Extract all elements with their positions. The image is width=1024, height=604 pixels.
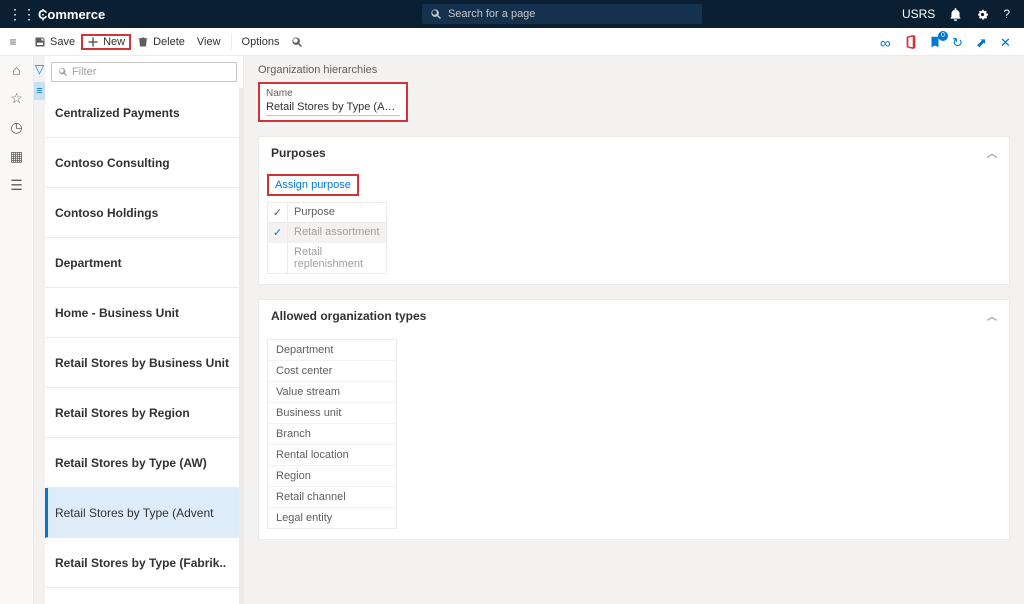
gear-icon[interactable]	[976, 8, 989, 21]
filter-placeholder: Filter	[72, 66, 96, 78]
refresh-icon[interactable]: ↻	[952, 35, 966, 49]
help-icon[interactable]: ?	[1003, 7, 1010, 21]
topbar: ⋮⋮⋮ Commerce Search for a page USRS ?	[0, 0, 1024, 28]
list-item[interactable]: Value stream	[268, 382, 396, 403]
view-label: View	[197, 36, 221, 48]
cmd-search-button[interactable]	[285, 34, 309, 50]
user-label[interactable]: USRS	[902, 7, 935, 21]
options-button[interactable]: Options	[236, 34, 286, 50]
new-label: New	[103, 36, 125, 48]
search-icon	[291, 36, 303, 48]
waffle-icon[interactable]: ⋮⋮⋮	[8, 6, 28, 23]
list-item[interactable]: Retail Stores by Business Unit	[45, 338, 239, 388]
global-search[interactable]: Search for a page	[422, 4, 702, 24]
purposes-table: ✓ Purpose ✓ Retail assortment Retail rep…	[267, 202, 387, 274]
list-item[interactable]: Legal entity	[268, 508, 396, 528]
list-item[interactable]: Business unit	[268, 403, 396, 424]
plus-icon	[87, 36, 99, 48]
list-item[interactable]: Branch	[268, 424, 396, 445]
orgtypes-list: Department Cost center Value stream Busi…	[267, 339, 397, 529]
filter-input[interactable]: Filter	[51, 62, 237, 82]
breadcrumb: Organization hierarchies	[258, 64, 1010, 76]
bell-icon[interactable]	[949, 8, 962, 21]
office-icon[interactable]	[904, 35, 918, 49]
list-item[interactable]: Cost center	[268, 361, 396, 382]
list-item[interactable]: Home - Business Unit	[45, 288, 239, 338]
hamburger-icon[interactable]: ≡	[4, 35, 22, 49]
clock-icon[interactable]: ◷	[10, 119, 22, 136]
list-item[interactable]: Department	[45, 238, 239, 288]
funnel-icon[interactable]: ▽	[35, 62, 44, 76]
list-panel: ▽ ≡ Filter Centralized Payments Contoso …	[34, 56, 244, 604]
module-icon[interactable]: ▦	[10, 148, 23, 165]
command-bar: ≡ Save New Delete View Options ∞ 0 ↻ ⬈ ✕	[0, 28, 1024, 56]
new-button[interactable]: New	[81, 34, 131, 50]
star-icon[interactable]: ☆	[10, 90, 23, 107]
save-label: Save	[50, 36, 75, 48]
chevron-up-icon: ︿	[987, 145, 997, 160]
row-check-icon: ✓	[268, 223, 288, 242]
list-item[interactable]: Retail Stores by Type (AW)	[45, 438, 239, 488]
save-button[interactable]: Save	[28, 34, 81, 50]
orgtypes-header[interactable]: Allowed organization types ︿	[259, 300, 1009, 331]
list-item[interactable]: Centralized Payments	[45, 88, 239, 138]
name-value: Retail Stores by Type (Adventur...	[266, 101, 400, 116]
search-placeholder: Search for a page	[448, 8, 535, 20]
close-icon[interactable]: ✕	[1000, 35, 1014, 49]
list-item[interactable]: Region	[268, 466, 396, 487]
list-item[interactable]: Retail Stores by Region	[45, 388, 239, 438]
list-item[interactable]: Department	[268, 340, 396, 361]
name-label: Name	[266, 88, 400, 99]
assign-purpose-button[interactable]: Assign purpose	[267, 174, 359, 196]
left-rail: ⌂ ☆ ◷ ▦ ☰	[0, 56, 34, 604]
hierarchy-list: Centralized Payments Contoso Consulting …	[45, 88, 243, 604]
main-content: Organization hierarchies Name Retail Sto…	[244, 56, 1024, 604]
view-button[interactable]: View	[191, 34, 227, 50]
list-item[interactable]: Rental location	[268, 445, 396, 466]
table-row[interactable]: ✓ Retail assortment	[268, 223, 386, 243]
search-icon	[430, 8, 442, 20]
list-item[interactable]: Retail Stores by Type (Advent	[45, 488, 239, 538]
options-label: Options	[242, 36, 280, 48]
row-label: Retail assortment	[288, 223, 386, 242]
app-title: Commerce	[38, 7, 105, 22]
list-icon[interactable]: ☰	[10, 177, 23, 194]
topbar-right: USRS ?	[902, 7, 1010, 21]
name-field[interactable]: Name Retail Stores by Type (Adventur...	[258, 82, 408, 122]
list-item[interactable]: Contoso Holdings	[45, 188, 239, 238]
chevron-up-icon: ︿	[987, 308, 997, 323]
check-column-header[interactable]: ✓	[268, 203, 288, 222]
body: ⌂ ☆ ◷ ▦ ☰ ▽ ≡ Filter Centralized Payment…	[0, 56, 1024, 604]
popout-icon[interactable]: ⬈	[976, 35, 990, 49]
table-row[interactable]: Retail replenishment	[268, 243, 386, 273]
row-label: Retail replenishment	[288, 243, 386, 273]
purposes-section: Purposes ︿ Assign purpose ✓ Purpose ✓ Re…	[258, 136, 1010, 285]
home-icon[interactable]: ⌂	[12, 62, 20, 78]
row-check-icon	[268, 243, 288, 273]
save-icon	[34, 36, 46, 48]
listview-toggle-icon[interactable]: ≡	[34, 82, 45, 100]
list-item[interactable]: Retail channel	[268, 487, 396, 508]
delete-label: Delete	[153, 36, 185, 48]
delete-button[interactable]: Delete	[131, 34, 191, 50]
link-icon[interactable]: ∞	[880, 35, 894, 49]
attachments-count: 0	[938, 31, 948, 41]
purpose-column-header[interactable]: Purpose	[288, 203, 386, 222]
trash-icon	[137, 36, 149, 48]
list-colstrip: ▽ ≡	[34, 56, 45, 604]
search-icon	[58, 67, 68, 77]
section-title: Purposes	[271, 146, 326, 160]
orgtypes-section: Allowed organization types ︿ Department …	[258, 299, 1010, 540]
list-item[interactable]: Retail Stores by Type (Fabrik..	[45, 538, 239, 588]
list-item[interactable]: Contoso Consulting	[45, 138, 239, 188]
attachments-button[interactable]: 0	[928, 35, 942, 49]
section-title: Allowed organization types	[271, 309, 426, 323]
purposes-header[interactable]: Purposes ︿	[259, 137, 1009, 168]
